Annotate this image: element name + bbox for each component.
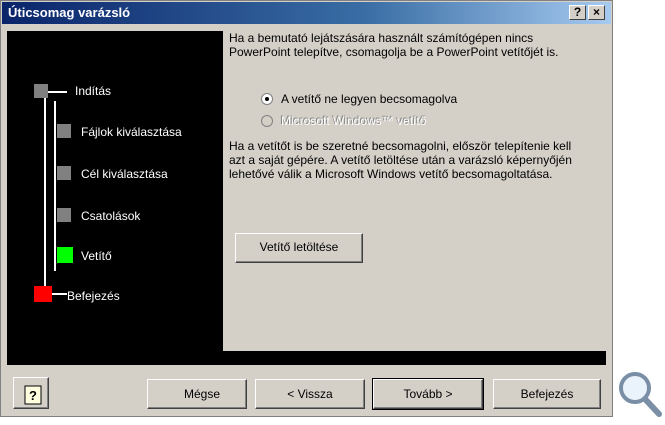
svg-text:?: ? [29,388,37,403]
info-text: Ha a vetítőt is be szeretné becsomagolni… [229,139,572,181]
window-title: Úticsomag varázsló [8,5,131,20]
cancel-button[interactable]: Mégse [147,379,247,409]
radio-windows-player-label[interactable]: Microsoft Windows™ vetítő [281,114,426,128]
step-marker-links [57,208,71,222]
close-button[interactable]: × [588,5,605,20]
flow-line-main [44,91,46,301]
title-bar: Úticsomag varázsló ? × [2,2,611,24]
help-button[interactable]: ? [569,5,586,20]
step-marker-files [57,124,71,138]
step-label-target: Cél kiválasztása [81,167,168,181]
content-area: Ha a bemutató lejátszására használt szám… [229,31,605,351]
step-label-player: Vetítő [81,249,112,263]
download-player-button[interactable]: Vetítő letöltése [235,233,363,263]
magnifier-icon[interactable] [615,368,663,418]
back-button[interactable]: < Vissza [255,379,365,409]
step-marker-target [57,166,71,180]
step-label-files: Fájlok kiválasztása [81,125,182,139]
finish-button[interactable]: Befejezés [493,379,601,409]
radio-dot [265,97,269,101]
step-panel: Indítás Fájlok kiválasztása Cél kiválasz… [7,31,223,351]
step-marker-finish [34,286,52,302]
step-marker-player [57,247,73,263]
intro-text: Ha a bemutató lejátszására használt szám… [229,31,559,59]
wizard-dialog: Úticsomag varázsló ? × Indítás Fájlok ki… [0,0,613,417]
flow-line-branch [54,101,56,271]
next-button[interactable]: Tovább > [372,378,484,410]
divider-band [7,351,606,365]
step-marker-intro [34,84,48,98]
radio-windows-player[interactable] [261,115,273,127]
step-label-links: Csatolások [81,209,141,223]
radio-no-player-label[interactable]: A vetítő ne legyen becsomagolva [281,92,457,106]
help-icon: ? [24,385,42,405]
step-label-intro: Indítás [75,84,112,98]
radio-no-player[interactable] [261,93,273,105]
step-label-finish: Befejezés [67,289,120,303]
